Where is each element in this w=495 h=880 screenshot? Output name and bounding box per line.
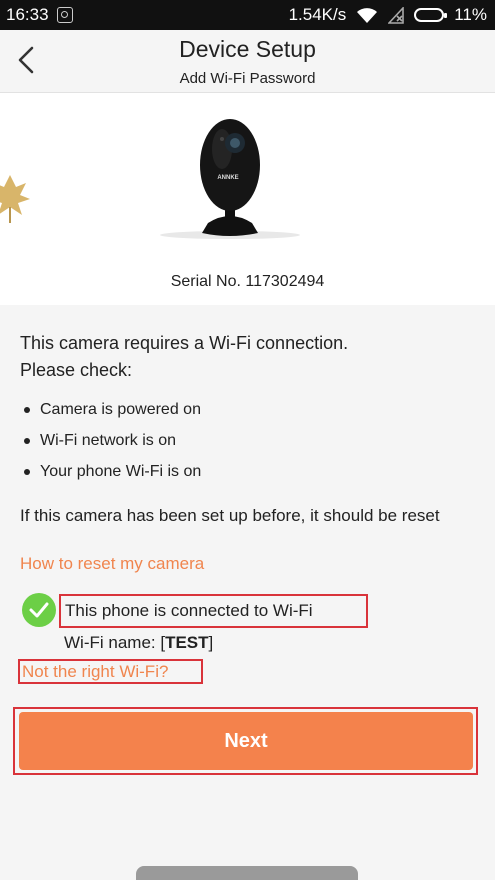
leaf-decoration-icon [0, 175, 30, 223]
list-item-label: Wi-Fi network is on [40, 431, 177, 449]
wifi-name: Wi-Fi name: [TEST] [64, 633, 213, 653]
requirements-line-1: This camera requires a Wi-Fi connection. [20, 333, 349, 353]
bullet-icon [24, 437, 30, 444]
next-button[interactable]: Next [19, 712, 473, 770]
wrong-wifi-link-label[interactable]: Not the right Wi-Fi? [22, 662, 168, 682]
list-item: Camera is powered on [24, 394, 201, 425]
wrong-wifi-link[interactable]: Not the right Wi-Fi? [18, 659, 203, 684]
checkmark-icon [22, 593, 56, 627]
requirements-line-2: Please check: [20, 360, 133, 380]
product-card: ANNKE Serial No. 117302494 [0, 93, 495, 305]
camera-brand: ANNKE [217, 175, 238, 181]
reset-note: If this camera has been set up before, i… [20, 506, 440, 525]
wifi-connected-text: This phone is connected to Wi-Fi [65, 601, 313, 620]
bullet-icon [24, 468, 30, 475]
no-sim-icon [388, 6, 405, 24]
list-item: Wi-Fi network is on [24, 425, 201, 456]
page-subtitle: Add Wi-Fi Password [179, 70, 316, 87]
network-speed: 1.54K/s [288, 5, 347, 24]
bullet-icon [24, 406, 30, 413]
reset-camera-link[interactable]: How to reset my camera [20, 554, 204, 574]
notification-icon [56, 7, 73, 23]
status-time: 16:33 [6, 5, 49, 24]
header: Device Setup Add Wi-Fi Password [0, 30, 495, 93]
home-indicator[interactable] [136, 866, 358, 880]
list-item: Your phone Wi-Fi is on [24, 456, 201, 487]
page-title: Device Setup [179, 36, 316, 62]
wifi-icon [357, 7, 378, 23]
wifi-name-value: TEST [165, 633, 209, 652]
wifi-connected-status: This phone is connected to Wi-Fi [59, 594, 368, 628]
serial-number: Serial No. 117302494 [170, 273, 325, 290]
wifi-name-label: Wi-Fi name: [ [64, 633, 166, 652]
battery-percent: 11% [454, 5, 487, 24]
battery-icon [414, 8, 448, 22]
list-item-label: Camera is powered on [40, 400, 201, 418]
requirements-text: This camera requires a Wi-Fi connection.… [20, 330, 348, 384]
wifi-name-suffix: ] [208, 633, 214, 652]
checklist: Camera is powered on Wi-Fi network is on… [24, 394, 201, 487]
camera-image: ANNKE [160, 119, 300, 239]
list-item-label: Your phone Wi-Fi is on [40, 462, 202, 480]
status-bar: 16:33 1.54K/s 11% [0, 0, 495, 30]
